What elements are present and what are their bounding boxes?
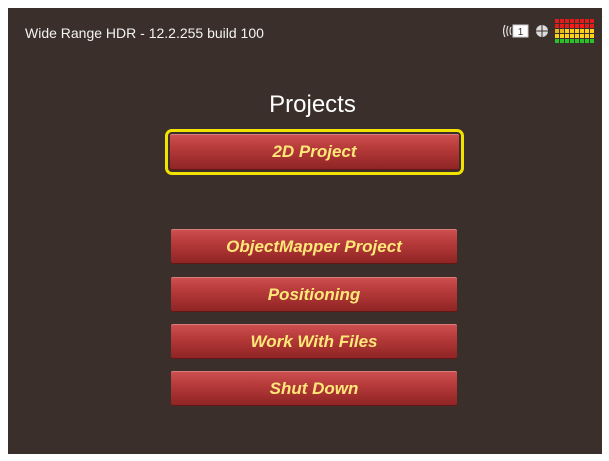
meter-segment bbox=[560, 29, 564, 33]
meter-segment bbox=[590, 24, 594, 28]
meter-segment bbox=[555, 39, 559, 43]
meter-segment bbox=[565, 29, 569, 33]
page-title: Projects bbox=[269, 91, 356, 118]
menu-button-objectmapper-project[interactable]: ObjectMapper Project bbox=[171, 229, 457, 264]
meter-segment bbox=[585, 39, 589, 43]
status-area: 1 bbox=[503, 19, 594, 43]
menu-button-2d-project[interactable]: 2D Project bbox=[165, 129, 464, 175]
meter-segment bbox=[575, 19, 579, 23]
meter-column bbox=[590, 19, 594, 43]
meter-column bbox=[580, 19, 584, 43]
meter-column bbox=[565, 19, 569, 43]
meter-segment bbox=[580, 19, 584, 23]
menu-button-shut-down[interactable]: Shut Down bbox=[171, 371, 457, 406]
meter-segment bbox=[570, 34, 574, 38]
meter-segment bbox=[570, 39, 574, 43]
meter-segment bbox=[575, 24, 579, 28]
meter-column bbox=[570, 19, 574, 43]
meter-segment bbox=[570, 24, 574, 28]
meter-segment bbox=[575, 39, 579, 43]
meter-segment bbox=[585, 19, 589, 23]
cast-badge-number: 1 bbox=[518, 27, 524, 38]
meter-segment bbox=[585, 24, 589, 28]
meter-segment bbox=[590, 34, 594, 38]
meter-segment bbox=[590, 39, 594, 43]
meter-segment bbox=[570, 19, 574, 23]
meter-column bbox=[575, 19, 579, 43]
screen-cast-icon: 1 bbox=[503, 24, 529, 38]
meter-segment bbox=[590, 19, 594, 23]
meter-column bbox=[560, 19, 564, 43]
meter-segment bbox=[565, 24, 569, 28]
meter-segment bbox=[560, 24, 564, 28]
meter-segment bbox=[585, 29, 589, 33]
menu-button-work-with-files[interactable]: Work With Files bbox=[171, 324, 457, 359]
meter-segment bbox=[580, 39, 584, 43]
meter-segment bbox=[560, 19, 564, 23]
menu-button-positioning[interactable]: Positioning bbox=[171, 277, 457, 312]
globe-icon bbox=[536, 25, 548, 37]
meter-column bbox=[555, 19, 559, 43]
meter-segment bbox=[555, 29, 559, 33]
meter-segment bbox=[585, 34, 589, 38]
meter-segment bbox=[570, 29, 574, 33]
meter-segment bbox=[555, 19, 559, 23]
meter-segment bbox=[580, 29, 584, 33]
meter-segment bbox=[555, 24, 559, 28]
meter-segment bbox=[580, 34, 584, 38]
meter-segment bbox=[565, 19, 569, 23]
meter-segment bbox=[565, 34, 569, 38]
meter-column bbox=[585, 19, 589, 43]
signal-level-meter bbox=[555, 19, 594, 43]
meter-segment bbox=[560, 34, 564, 38]
meter-segment bbox=[565, 39, 569, 43]
meter-segment bbox=[575, 29, 579, 33]
meter-segment bbox=[555, 34, 559, 38]
meter-segment bbox=[590, 29, 594, 33]
meter-segment bbox=[575, 34, 579, 38]
app-title: Wide Range HDR - 12.2.255 build 100 bbox=[25, 25, 264, 41]
meter-segment bbox=[560, 39, 564, 43]
meter-segment bbox=[580, 24, 584, 28]
